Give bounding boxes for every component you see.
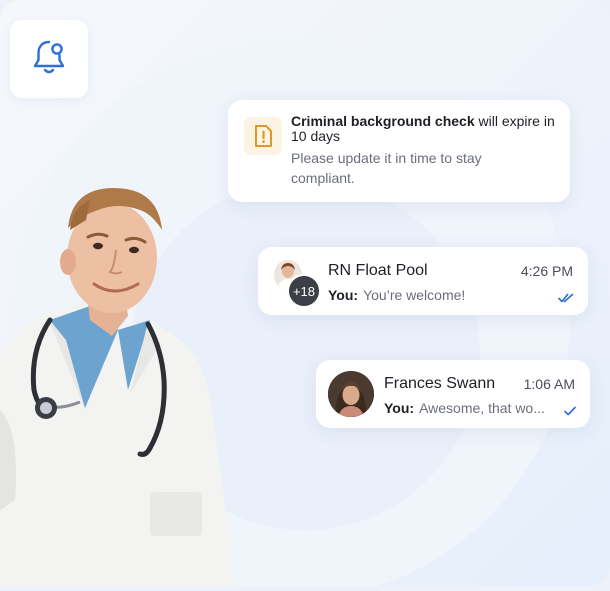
doctor-photo xyxy=(0,180,236,586)
group-member-count-badge: +18 xyxy=(287,274,321,308)
notification-bell-button[interactable] xyxy=(10,20,88,98)
compliance-alert-card[interactable]: Criminal background check will expire in… xyxy=(228,100,570,202)
chat-sender: You: xyxy=(384,400,415,416)
chat-last-message: You: You’re welcome! xyxy=(328,287,465,303)
check-icon xyxy=(564,403,576,421)
chat-message-text: You’re welcome! xyxy=(363,287,466,303)
chat-last-message: You: Awesome, that wo... xyxy=(384,400,545,416)
double-check-icon xyxy=(558,290,574,308)
alert-title-bold: Criminal background check xyxy=(291,113,475,129)
chat-sender: You: xyxy=(328,287,359,303)
chat-item-rn-float-pool[interactable]: +18 RN Float Pool 4:26 PM You: You’re wel… xyxy=(258,247,588,315)
chat-name: RN Float Pool xyxy=(328,262,428,279)
avatar xyxy=(328,371,374,417)
chat-time: 4:26 PM xyxy=(520,263,573,279)
document-warning-icon xyxy=(244,117,282,155)
chat-time: 1:06 AM xyxy=(523,376,575,392)
alert-title: Criminal background check will expire in… xyxy=(291,114,563,144)
alert-description: Please update it in time to stay complia… xyxy=(291,150,482,186)
bell-icon xyxy=(29,37,69,82)
chat-name: Frances Swann xyxy=(384,375,496,392)
chat-item-frances-swann[interactable]: Frances Swann 1:06 AM You: Awesome, that … xyxy=(316,360,590,428)
chat-message-text: Awesome, that wo... xyxy=(419,400,545,416)
